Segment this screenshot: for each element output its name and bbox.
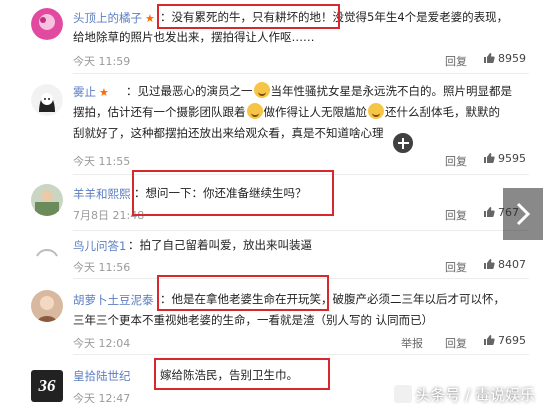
comment-text-line2: 给地除草的照片也发出来，摆拍得让人作呕……	[73, 30, 315, 44]
like-button[interactable]: 8407	[483, 258, 526, 271]
thumbs-up-icon	[484, 335, 495, 345]
laughing-tears-emoji-icon	[246, 103, 263, 119]
divider	[73, 354, 529, 355]
like-button[interactable]: 8959	[483, 52, 526, 65]
like-button[interactable]: 9595	[483, 152, 526, 165]
reply-button[interactable]: 回复	[445, 207, 467, 223]
thumbs-up-icon	[484, 53, 495, 63]
toutiao-logo-icon	[394, 385, 413, 403]
highlight-box	[157, 4, 340, 29]
comment-username[interactable]: 胡萝卜土豆泥泰	[73, 292, 154, 308]
reply-button[interactable]: 回复	[445, 53, 467, 69]
comment-time: 今天 12:47	[73, 392, 131, 405]
comment-text: ：拍了自己留着叫爱，放出来叫装逼	[128, 238, 312, 252]
comment-username[interactable]: 头顶上的橘子 ★	[73, 10, 156, 26]
comment-text-line2: 摆拍，估计还有一个摄影团队跟着 做作得让人无限尴尬 还什么刮体毛，默默的	[73, 103, 500, 119]
reply-button[interactable]: 回复	[445, 335, 467, 351]
star-badge-icon: ★	[145, 12, 155, 25]
laughing-tears-emoji-icon	[368, 103, 384, 119]
comment-item: 胡萝卜土豆泥泰 ：他是在拿他老婆生命在开玩笑，破腹产必须二三年以后才可以怀， 三…	[0, 275, 543, 356]
comment-text: ：见过最恶心的演员之一 当年性骚扰女星是永远洗不白的。照片明显都是	[126, 82, 512, 98]
like-button[interactable]: 7695	[483, 334, 526, 347]
reply-button[interactable]: 回复	[445, 153, 467, 169]
comment-text-line2: 三年三个更本不重视她老婆的生命，一看就是渣（别人写的 认同而已）	[73, 313, 434, 327]
comment-username[interactable]: 雾止 ★	[73, 84, 110, 100]
comment-item: 头顶上的橘子 ★ ：没有累死的牛，只有耕坏的地！没觉得5年生4个是爱老婆的表现， …	[0, 0, 543, 76]
add-icon[interactable]	[392, 132, 414, 154]
avatar[interactable]	[31, 290, 63, 322]
avatar[interactable]	[31, 184, 63, 216]
highlight-box	[132, 170, 334, 216]
thumbs-up-icon	[484, 153, 495, 163]
comment-username[interactable]: 羊羊和熙熙	[73, 186, 131, 202]
divider	[73, 230, 529, 231]
comment-username[interactable]: 皇拾陆世纪	[73, 368, 131, 384]
comment-time: 今天 12:04	[73, 337, 131, 350]
comment-text-line3: 刮就好了，这种都摆拍还放出来给观众看，真是不知道啥心理	[73, 126, 384, 140]
laughing-tears-emoji-icon	[253, 82, 270, 98]
report-button[interactable]: 举报	[401, 335, 423, 351]
comment-item: 雾止 ★ ：见过最恶心的演员之一 当年性骚扰女星是永远洗不白的。照片明显都是 摆拍，…	[0, 76, 543, 176]
thumbs-up-icon	[484, 259, 495, 269]
highlight-box	[157, 275, 329, 311]
divider	[73, 73, 529, 74]
thumbs-up-icon	[484, 207, 495, 217]
next-arrow-button[interactable]	[503, 188, 543, 240]
avatar-badge: 36	[38, 376, 56, 395]
comment-list: 头顶上的橘子 ★ ：没有累死的牛，只有耕坏的地！没觉得5年生4个是爱老婆的表现， …	[0, 0, 543, 411]
comment-time: 今天 11:56	[73, 261, 131, 274]
avatar[interactable]	[31, 84, 63, 116]
watermark: 头条号 / 毒说娱乐	[394, 384, 535, 405]
highlight-box	[154, 358, 330, 390]
comment-item: 鸟儿问答1 ：拍了自己留着叫爱，放出来叫装逼 今天 11:56 回复 8407	[0, 232, 543, 280]
avatar[interactable]	[31, 236, 63, 268]
reply-button[interactable]: 回复	[445, 259, 467, 275]
avatar[interactable]: 36	[31, 370, 63, 402]
comment-item: 羊羊和熙熙 ：想问一下：你还准备继续生吗？ 7月8日 21:48 回复 767	[0, 170, 543, 232]
chevron-right-icon	[516, 202, 531, 226]
star-badge-icon: ★	[99, 86, 109, 99]
avatar[interactable]	[31, 8, 63, 40]
comment-time: 今天 11:59	[73, 55, 131, 68]
comment-time: 今天 11:55	[73, 155, 131, 168]
comment-username[interactable]: 鸟儿问答1	[73, 238, 126, 254]
